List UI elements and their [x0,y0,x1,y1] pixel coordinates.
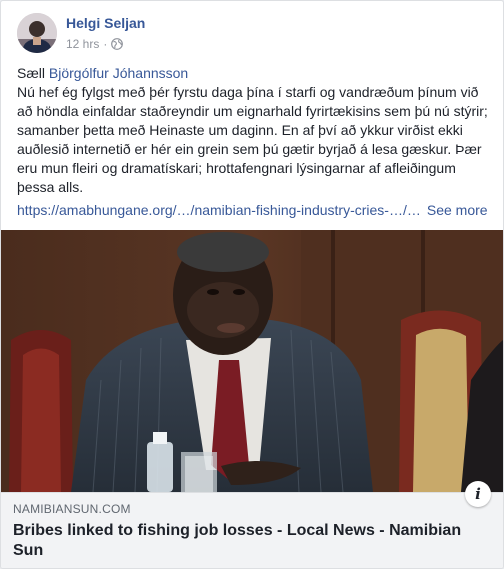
see-more-link[interactable]: See more [427,202,488,218]
post-meta: 12 hrs · [66,37,124,51]
post-greeting: Sæll [17,65,46,81]
post-body-text: Nú hef ég fylgst með þér fyrstu daga þín… [17,84,488,195]
author-avatar[interactable] [17,13,57,53]
post-greeting-line: Sæll Björgólfur Jóhannsson [17,64,491,83]
post-time[interactable]: 12 hrs [66,37,99,51]
mention-link[interactable]: Björgólfur Jóhannsson [49,65,188,81]
link-domain: NAMIBIANSUN.COM [13,502,131,516]
link-preview-meta[interactable]: NAMIBIANSUN.COM Bribes linked to fishing… [1,492,503,568]
author-name[interactable]: Helgi Seljan [66,15,145,31]
info-icon[interactable]: i [465,481,491,507]
link-title[interactable]: Bribes linked to fishing job losses - Lo… [13,521,483,561]
article-url-link[interactable]: https://amabhungane.org/…/namibian-fishi… [17,202,421,218]
meta-separator: · [103,37,108,51]
post-header: Helgi Seljan 12 hrs · [17,13,487,57]
link-preview-image[interactable] [1,230,503,492]
post-body: Sæll Björgólfur Jóhannsson Nú hef ég fyl… [17,64,491,197]
post-card: Helgi Seljan 12 hrs · Sæll Björgólfur Jó… [0,0,504,569]
globe-icon[interactable] [111,38,124,50]
post-link-line: https://amabhungane.org/…/namibian-fishi… [17,201,491,220]
